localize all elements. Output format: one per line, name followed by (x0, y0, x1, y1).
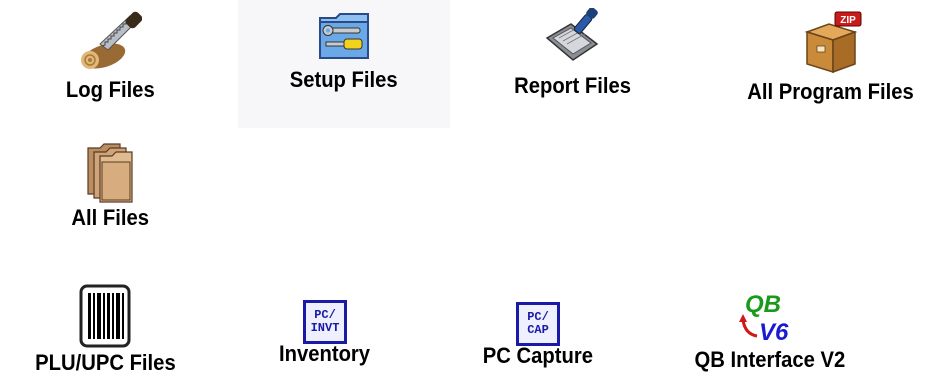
wrench-screwdriver-folder-icon (304, 2, 384, 64)
pc-cap-icon-line2: CAP (527, 323, 549, 337)
all-program-files-label: All Program Files (747, 79, 914, 104)
pc-capture-tile[interactable]: PC/ CAP PC Capture (448, 262, 628, 375)
v6-icon-text: V6 (759, 319, 789, 346)
setup-files-tile[interactable]: Setup Files (238, 0, 450, 128)
pc-capture-label: PC Capture (482, 343, 594, 368)
folders-icon (70, 132, 150, 204)
log-saw-icon (70, 4, 150, 74)
all-files-tile[interactable]: All Files (20, 128, 200, 246)
pc-cap-icon: PC/ CAP (498, 280, 578, 346)
qb-interface-label: QB Interface V2 (694, 347, 846, 372)
zip-box-icon: ZIP (791, 4, 871, 76)
plu-upc-files-label: PLU/UPC Files (34, 350, 176, 375)
inventory-label: Inventory (279, 341, 371, 366)
zip-badge-text: ZIP (840, 15, 856, 26)
report-files-label: Report Files (514, 73, 632, 98)
barcode-icon (65, 280, 145, 349)
pc-invt-icon: PC/ INVT (285, 278, 365, 344)
log-files-tile[interactable]: Log Files (20, 0, 200, 115)
report-printer-icon (533, 4, 613, 68)
setup-files-label: Setup Files (290, 67, 398, 92)
qb-interface-tile[interactable]: QB V6 QB Interface V2 (650, 262, 890, 375)
log-files-label: Log Files (65, 77, 155, 102)
plu-upc-files-tile[interactable]: PLU/UPC Files (0, 262, 210, 375)
qb-v6-icon: QB V6 (730, 282, 810, 348)
qb-icon-text: QB (745, 291, 781, 318)
all-program-files-tile[interactable]: ZIP All Program Files (710, 0, 951, 120)
report-files-tile[interactable]: Report Files (468, 0, 678, 115)
all-files-label: All Files (71, 205, 149, 230)
pc-invt-icon-line2: INVT (310, 321, 340, 335)
inventory-tile[interactable]: PC/ INVT Inventory (240, 262, 410, 375)
